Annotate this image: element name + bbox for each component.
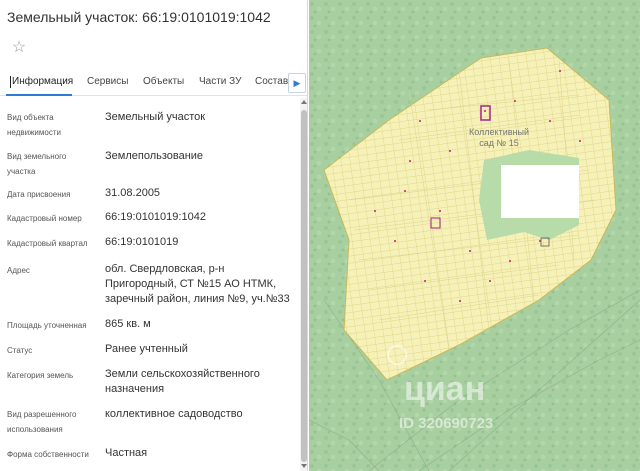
field-label: Вид объекта недвижимости: [7, 113, 61, 137]
scroll-up-icon[interactable]: [301, 100, 307, 104]
field-value: 31.08.2005: [105, 187, 161, 199]
tab-info[interactable]: Информация: [12, 76, 73, 87]
chevron-right-icon[interactable]: ▶: [288, 73, 306, 93]
field-value: Ранее учтенный: [105, 343, 188, 355]
map-canvas[interactable]: Коллективный сад № 15 циан ID 320690723: [309, 0, 640, 471]
tab-bar: Информация Сервисы Объекты Части ЗУ Сост…: [0, 70, 307, 96]
field-label: Форма собственности: [7, 450, 89, 459]
watermark-text: циан: [404, 370, 485, 408]
text-cursor: [10, 76, 11, 88]
scrollbar-thumb[interactable]: [301, 110, 307, 462]
field-label: Вид земельного участка: [7, 152, 67, 176]
star-icon[interactable]: ☆: [9, 38, 29, 58]
info-panel: Земельный участок: 66:19:0101019:1042 ☆ …: [0, 0, 308, 471]
field-label: Вид разрешенного использования: [7, 410, 77, 434]
field-label: Категория земель: [7, 371, 74, 380]
tab-services[interactable]: Сервисы: [87, 76, 128, 87]
cadastral-map[interactable]: Коллективный сад № 15 циан ID 320690723: [309, 0, 640, 471]
tab-objects[interactable]: Объекты: [143, 76, 184, 87]
field-value: 66:19:0101019:1042: [105, 211, 206, 223]
field-value: 865 кв. м: [105, 318, 151, 330]
field-value: Землепользование: [105, 150, 204, 162]
field-value: Частная: [105, 447, 148, 459]
field-label: Статус: [7, 346, 33, 355]
map-area-label: Коллективный: [469, 127, 529, 137]
field-label: Дата присвоения: [7, 190, 71, 199]
field-label: Адрес: [7, 266, 30, 275]
tab-composition[interactable]: Состав: [255, 76, 288, 87]
white-area: [501, 165, 579, 218]
field-value: Земельный участок: [105, 111, 206, 123]
field-label: Кадастровый квартал: [7, 239, 88, 248]
scroll-down-icon[interactable]: [301, 464, 307, 468]
field-value: коллективное садоводство: [105, 408, 243, 420]
field-label: Площадь уточненная: [7, 321, 87, 330]
properties-list: Вид объекта недвижимости Земельный участ…: [0, 104, 300, 471]
watermark-id: ID 320690723: [399, 415, 493, 432]
tab-parts[interactable]: Части ЗУ: [199, 76, 241, 87]
field-value: Земли сельскохозяйственного назначения: [105, 368, 260, 395]
field-value: 66:19:0101019: [105, 236, 179, 248]
page-title: Земельный участок: 66:19:0101019:1042: [7, 9, 271, 25]
map-area-label-2: сад № 15: [479, 138, 518, 148]
active-tab-indicator: [6, 94, 72, 96]
field-label: Кадастровый номер: [7, 214, 82, 223]
field-value: обл. Свердловская, р-н Пригородный, СТ №…: [105, 263, 290, 305]
